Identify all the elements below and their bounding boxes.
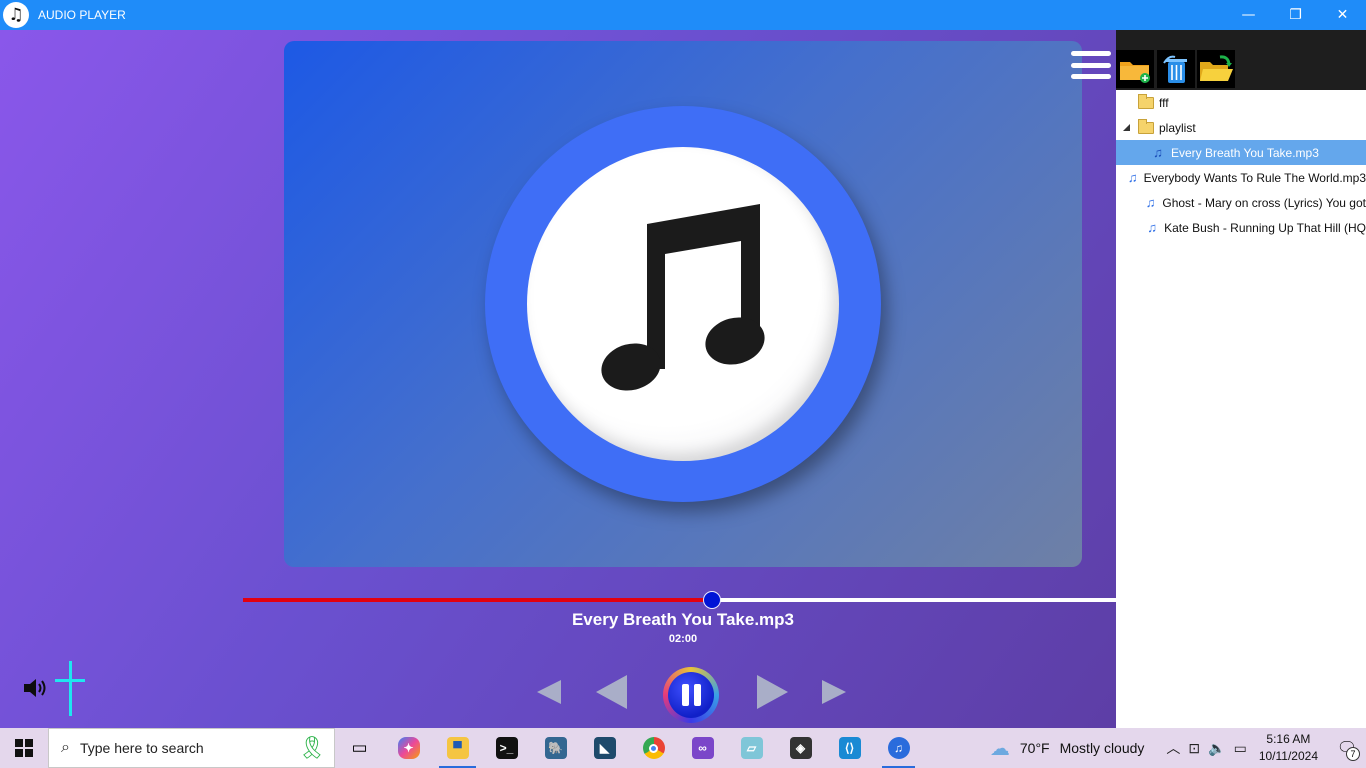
cloud-icon: ☁ (989, 737, 1010, 760)
volume-icon[interactable]: 🔈 (1208, 740, 1225, 757)
window-controls: — ❐ ✕ (1225, 0, 1366, 30)
tree-folder-fff[interactable]: fff (1116, 90, 1366, 115)
playlist-item[interactable]: ♫ Kate Bush - Running Up That Hill (HQ (1116, 215, 1366, 240)
file-explorer-icon[interactable]: ▀ (433, 728, 482, 768)
player-area: Every Breath You Take.mp3 02:00 (0, 30, 1235, 728)
music-file-icon: ♫ (1145, 195, 1156, 210)
music-note-icon: ♫ (3, 2, 29, 28)
notification-badge: 7 (1346, 747, 1360, 761)
music-file-icon: ♫ (1153, 145, 1163, 160)
progress-knob[interactable] (702, 591, 721, 609)
minimize-button[interactable]: — (1225, 0, 1272, 30)
expander-icon[interactable] (1123, 124, 1130, 131)
clock-time: 5:16 AM (1266, 732, 1311, 746)
playlist-panel: fff playlist ♫ Every Breath You Take.mp3… (1116, 90, 1366, 728)
taskbar-search[interactable]: ⌕ Type here to search 🎗 (48, 728, 335, 768)
pause-button[interactable] (663, 667, 719, 723)
weather-text: Mostly cloudy (1059, 740, 1145, 756)
open-folder-button[interactable] (1197, 50, 1235, 88)
terminal-icon[interactable]: >_ (482, 728, 531, 768)
chrome-icon[interactable] (629, 728, 678, 768)
add-folder-button[interactable] (1116, 50, 1154, 88)
window-title: AUDIO PLAYER (38, 8, 126, 22)
playlist-item[interactable]: ♫ Every Breath You Take.mp3 (1116, 140, 1366, 165)
add-folder-icon (1120, 62, 1150, 83)
app-icon[interactable]: ▱ (727, 728, 776, 768)
meet-now-icon[interactable]: ⊡ (1188, 740, 1200, 757)
tree-folder-label: fff (1159, 95, 1169, 110)
volume-slider-thumb[interactable] (55, 679, 85, 682)
task-view-icon[interactable]: ▭ (335, 728, 384, 768)
windows-logo-icon (15, 739, 33, 757)
album-art-disc (485, 106, 881, 502)
next-button[interactable] (757, 675, 788, 709)
copilot-icon[interactable]: ✦ (384, 728, 433, 768)
search-icon: ⌕ (61, 739, 70, 756)
playlist-item-label: Everybody Wants To Rule The World.mp3 (1143, 170, 1366, 185)
pause-icon (668, 672, 714, 718)
system-tray: ☁ 70°F Mostly cloudy ︿ ⊡ 🔈 ▭ 5:16 AM 10/… (990, 728, 1366, 768)
visual-studio-icon[interactable]: ∞ (678, 728, 727, 768)
hamburger-menu-icon[interactable] (1071, 51, 1111, 79)
clock[interactable]: 5:16 AM 10/11/2024 (1259, 731, 1318, 765)
elapsed-time: 02:00 (668, 633, 698, 645)
close-button[interactable]: ✕ (1319, 0, 1366, 30)
previous-button[interactable] (596, 675, 627, 709)
music-file-icon: ♫ (1147, 220, 1157, 235)
playlist-item[interactable]: ♫ Everybody Wants To Rule The World.mp3 (1116, 165, 1366, 190)
now-playing-title: Every Breath You Take.mp3 (571, 610, 795, 629)
music-file-icon: ♫ (1127, 170, 1138, 185)
volume-slider-track[interactable] (69, 661, 72, 716)
start-button[interactable] (0, 728, 48, 768)
skip-back-button[interactable] (537, 680, 561, 704)
playlist-item[interactable]: ♫ Ghost - Mary on cross (Lyrics) You got (1116, 190, 1366, 215)
title-bar: ♫ AUDIO PLAYER — ❐ ✕ (0, 0, 1366, 30)
delete-icon (1163, 55, 1187, 83)
tray-icons: ︿ ⊡ 🔈 ▭ (1166, 738, 1246, 758)
chevron-up-icon[interactable]: ︿ (1166, 738, 1180, 758)
playlist-item-label: Kate Bush - Running Up That Hill (HQ (1164, 220, 1366, 235)
clock-date: 10/11/2024 (1258, 749, 1318, 763)
delete-button[interactable] (1157, 50, 1195, 88)
folder-icon (1138, 93, 1154, 109)
postgres-icon[interactable]: 🐘 (531, 728, 580, 768)
progress-fill (243, 598, 712, 602)
album-art-panel (284, 41, 1082, 567)
folder-icon (1138, 118, 1154, 134)
mysql-icon[interactable]: ◣ (580, 728, 629, 768)
music-note-icon (601, 204, 765, 391)
music-player-icon[interactable]: ♫ (874, 728, 923, 768)
network-icon[interactable]: ▭ (1234, 740, 1247, 757)
weather-widget[interactable]: ☁ 70°F Mostly cloudy (990, 736, 1145, 761)
search-highlight-icon: 🎗 (298, 735, 326, 760)
progress-bar[interactable] (243, 591, 1116, 609)
search-placeholder: Type here to search (79, 740, 204, 756)
skip-forward-button[interactable] (822, 680, 846, 704)
unity-icon[interactable]: ◈ (776, 728, 825, 768)
tree-folder-playlist[interactable]: playlist (1116, 115, 1366, 140)
taskbar: ⌕ Type here to search 🎗 ▭ ✦ ▀ >_ 🐘 ◣ ∞ ▱… (0, 728, 1366, 768)
playlist-item-label: Every Breath You Take.mp3 (1171, 145, 1319, 160)
open-folder-icon (1200, 55, 1233, 81)
notification-button[interactable]: 🗨 7 (1332, 728, 1362, 768)
tree-folder-label: playlist (1159, 120, 1196, 135)
vscode-icon[interactable]: ⟨⟩ (825, 728, 874, 768)
weather-temp: 70°F (1019, 740, 1050, 756)
restore-button[interactable]: ❐ (1272, 0, 1319, 30)
speaker-icon[interactable] (22, 677, 50, 699)
playlist-item-label: Ghost - Mary on cross (Lyrics) You got (1162, 195, 1366, 210)
album-art-inner (527, 147, 839, 461)
